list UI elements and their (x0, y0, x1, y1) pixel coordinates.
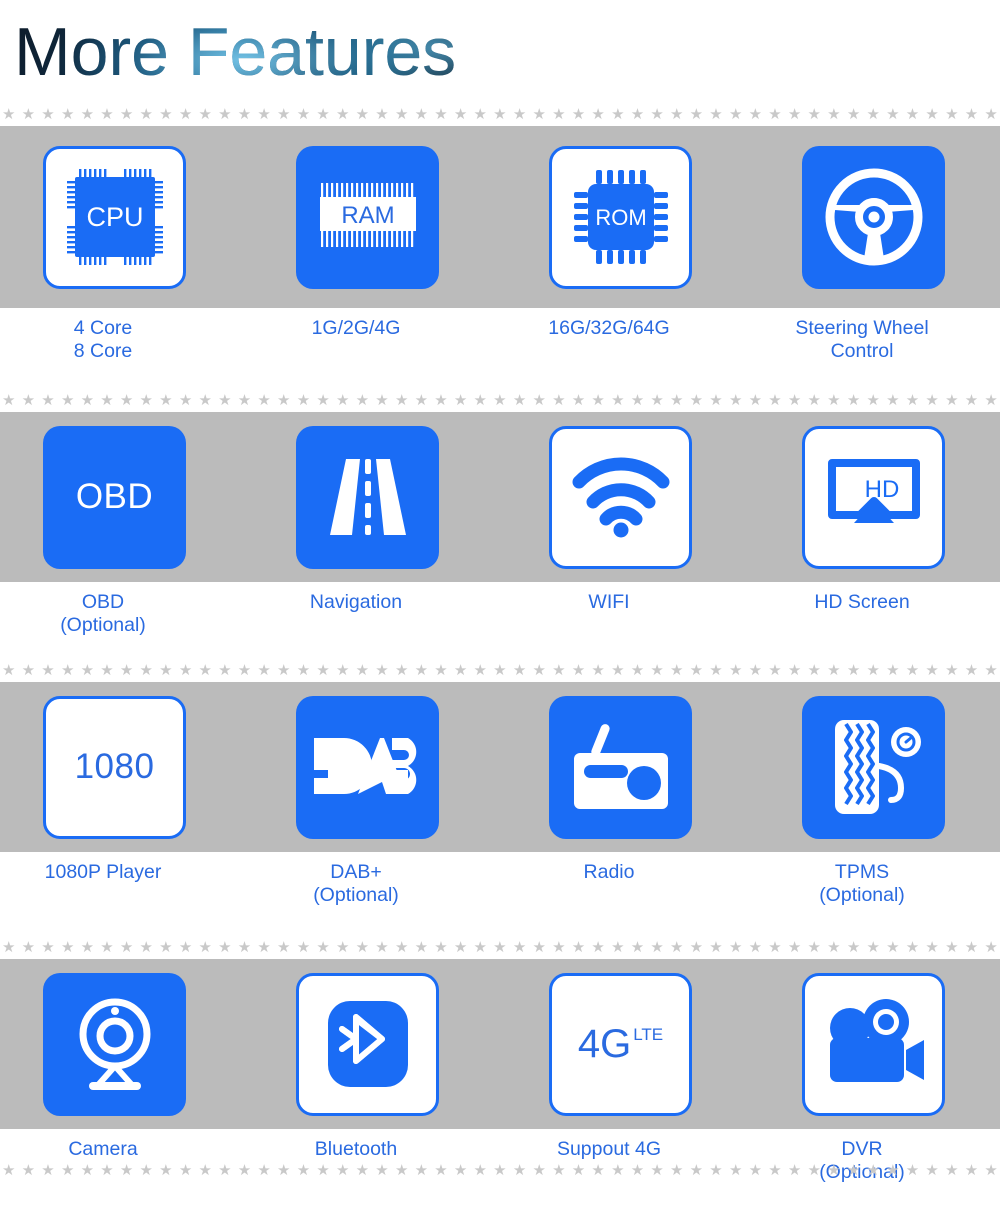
feature-cell-camera[interactable] (43, 972, 186, 1116)
4g-tile[interactable]: 4G LTE (549, 972, 692, 1116)
webcam-icon (79, 998, 150, 1090)
feature-cell-ram[interactable]: RAM (296, 145, 439, 289)
cpu-chip-icon: CPU (66, 169, 163, 265)
feature-cell-4g[interactable]: 4G LTE (549, 972, 692, 1116)
steering-wheel-icon (825, 168, 922, 266)
bluetooth-tile[interactable] (296, 972, 439, 1116)
cpu-tile-text: CPU (86, 202, 143, 232)
4g-tile-text: 4G (577, 1022, 632, 1066)
wifi-icon (572, 457, 669, 538)
feature-row-1-icons: CPU RAM ROM (0, 126, 1000, 308)
tpms-tile[interactable] (802, 695, 945, 839)
camera-tile[interactable] (43, 972, 186, 1116)
feature-row-2-icons: OBD HD (0, 412, 1000, 582)
feature-cell-radio[interactable] (549, 695, 692, 839)
feature-label-dab: DAB+ (Optional) (313, 861, 399, 906)
hd-screen-tile[interactable]: HD (802, 425, 945, 569)
feature-label-navigation: Navigation (309, 591, 403, 613)
feature-row-1-labels: 4 Core 8 Core 1G/2G/4G 16G/32G/64G Steer… (0, 308, 1000, 390)
feature-row-2: OBD HD OBD (Optional) Navigation WIFI HD… (0, 412, 1000, 660)
hd-screen-tile-text: HD (864, 476, 899, 503)
feature-cell-steering-wheel[interactable] (802, 145, 945, 289)
feature-row-3-icons: 1080 (0, 682, 1000, 852)
star-divider-3: ★★★★★★★★★★★★★★★★★★★★★★★★★★★★★★★★★★★★★★★★… (2, 662, 1000, 679)
rom-chip-icon: ROM (573, 170, 668, 264)
feature-cell-1080p[interactable]: 1080 (43, 695, 186, 839)
hd-screen-icon: HD (827, 459, 920, 523)
feature-row-4-icons: 4G LTE (0, 959, 1000, 1129)
page-title: More Features (14, 14, 457, 90)
feature-cell-navigation[interactable] (296, 425, 439, 569)
feature-row-3-labels: 1080P Player DAB+ (Optional) Radio TPMS … (0, 852, 1000, 937)
dvr-camcorder-icon (829, 999, 924, 1082)
rom-tile[interactable]: ROM (549, 145, 692, 289)
feature-row-1: CPU RAM ROM 4 Core 8 Core 1G/2G/4G 16G/3… (0, 126, 1000, 390)
feature-label-rom: 16G/32G/64G (548, 317, 670, 339)
tire-pressure-icon (834, 720, 921, 814)
dab-tile[interactable] (296, 695, 439, 839)
star-divider-1: ★★★★★★★★★★★★★★★★★★★★★★★★★★★★★★★★★★★★★★★★… (2, 106, 1000, 123)
dvr-tile[interactable] (802, 972, 945, 1116)
wifi-tile[interactable] (549, 425, 692, 569)
feature-cell-cpu[interactable]: CPU (43, 145, 186, 289)
feature-cell-wifi[interactable] (549, 425, 692, 569)
feature-cell-obd[interactable]: OBD (43, 425, 186, 569)
steering-wheel-tile[interactable] (802, 145, 945, 289)
feature-label-tpms: TPMS (Optional) (819, 861, 905, 906)
cpu-tile[interactable]: CPU (43, 145, 186, 289)
resolution-1080-icon: 1080 (74, 747, 155, 786)
lte-superscript: LTE (633, 1025, 664, 1044)
feature-cell-bluetooth[interactable] (296, 972, 439, 1116)
feature-row-2-labels: OBD (Optional) Navigation WIFI HD Screen (0, 582, 1000, 660)
feature-label-wifi: WIFI (588, 591, 630, 613)
resolution-1080-tile[interactable]: 1080 (43, 695, 186, 839)
feature-label-cpu: 4 Core 8 Core (73, 317, 133, 362)
radio-tile[interactable] (549, 695, 692, 839)
navigation-tile[interactable] (296, 425, 439, 569)
star-divider-2: ★★★★★★★★★★★★★★★★★★★★★★★★★★★★★★★★★★★★★★★★… (2, 392, 1000, 409)
page-header: More Features (0, 0, 1000, 104)
feature-label-radio: Radio (583, 861, 635, 883)
radio-icon (573, 724, 668, 809)
feature-row-3: 1080 1080P Player DAB+ (Optional) Radio … (0, 682, 1000, 937)
feature-cell-dab[interactable] (296, 695, 439, 839)
feature-cell-rom[interactable]: ROM (549, 145, 692, 289)
dab-logo-icon (313, 738, 416, 794)
feature-label-obd: OBD (Optional) (60, 591, 146, 636)
star-divider-5: ★★★★★★★★★★★★★★★★★★★★★★★★★★★★★★★★★★★★★★★★… (2, 1162, 1000, 1179)
ram-module-icon: RAM (319, 183, 416, 247)
road-icon (329, 459, 406, 535)
feature-label-hd-screen: HD Screen (814, 591, 910, 613)
feature-label-ram: 1G/2G/4G (311, 317, 401, 339)
bluetooth-icon (327, 1001, 408, 1087)
feature-label-1080p: 1080P Player (44, 861, 162, 883)
feature-cell-dvr[interactable] (802, 972, 945, 1116)
ram-tile[interactable]: RAM (296, 145, 439, 289)
star-divider-4: ★★★★★★★★★★★★★★★★★★★★★★★★★★★★★★★★★★★★★★★★… (2, 939, 1000, 956)
feature-label-steering-wheel: Steering Wheel Control (795, 317, 929, 362)
4g-lte-icon: 4G LTE (578, 1024, 663, 1064)
feature-cell-hd-screen[interactable]: HD (802, 425, 945, 569)
feature-cell-tpms[interactable] (802, 695, 945, 839)
obd-tile[interactable]: OBD (43, 425, 186, 569)
ram-tile-text: RAM (341, 202, 394, 229)
obd-text-icon: OBD (75, 477, 154, 516)
rom-tile-text: ROM (595, 205, 646, 230)
